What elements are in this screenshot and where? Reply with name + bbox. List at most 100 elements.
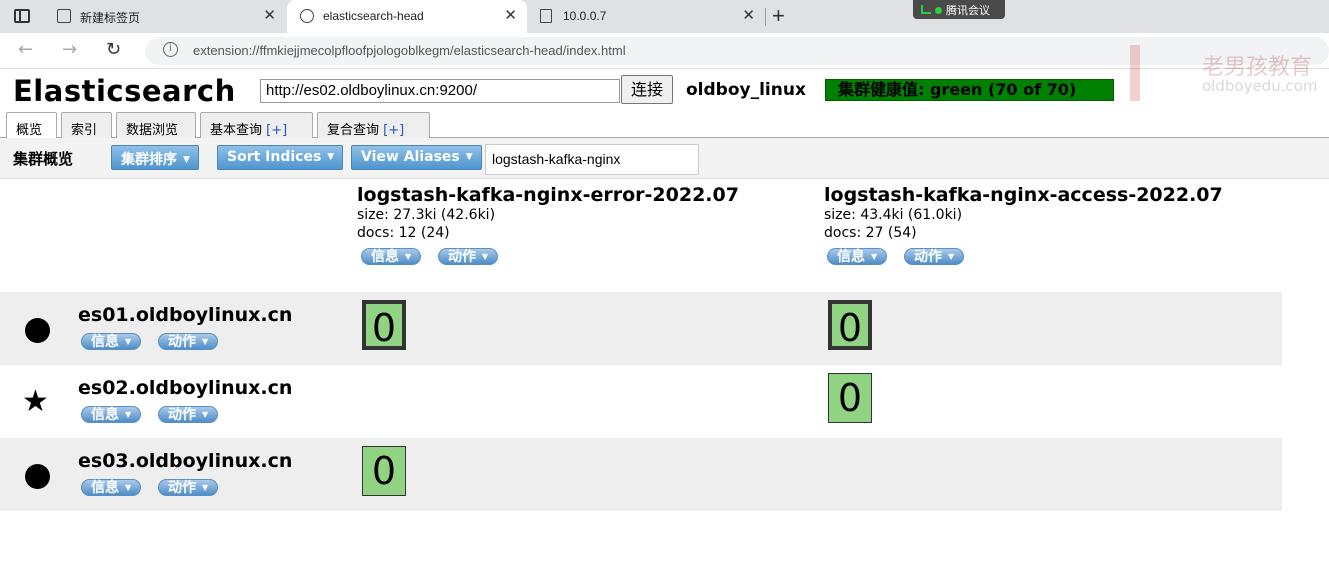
chevron-down-icon: ▼	[327, 152, 335, 162]
button-label: 动作	[168, 480, 196, 496]
browser-tab-title: 新建标签页	[80, 11, 141, 25]
button-label: 动作	[168, 334, 196, 350]
node-name: es03.oldboylinux.cn	[78, 450, 293, 472]
node-action-button[interactable]: 动作 ▼	[158, 333, 219, 350]
button-label: View Aliases	[361, 149, 460, 165]
browser-tab-elasticsearch-head[interactable]: elasticsearch-head ✕	[287, 0, 527, 33]
url-text: extension://ffmkiejjmecolpfloofpjologobl…	[193, 43, 626, 58]
tab-label: 复合查询	[327, 123, 384, 138]
button-label: 动作	[448, 249, 476, 265]
browser-tab-bar: 新建标签页 ✕ elasticsearch-head ✕ 10.0.0.7 ✕ …	[0, 0, 1329, 33]
overview-toolbar: 集群概览 集群排序 ▼ Sort Indices ▼ View Aliases ▼ l…	[0, 138, 1329, 179]
index-info-button[interactable]: 信息 ▼	[827, 248, 888, 265]
tab-add-icon[interactable]: [+]	[266, 123, 287, 138]
button-label: 动作	[168, 407, 196, 423]
close-tab-icon[interactable]: ✕	[504, 6, 517, 24]
index-info-button[interactable]: 信息 ▼	[361, 248, 422, 265]
button-label: 信息	[91, 334, 119, 350]
chevron-down-icon: ▼	[482, 252, 489, 261]
index-action-button[interactable]: 动作 ▼	[904, 248, 965, 265]
window-menu-icon[interactable]	[14, 9, 30, 23]
node-info-button[interactable]: 信息 ▼	[81, 333, 142, 350]
sort-indices-button[interactable]: Sort Indices ▼	[217, 145, 344, 170]
chevron-down-icon: ▼	[125, 337, 132, 346]
close-tab-icon[interactable]: ✕	[742, 6, 755, 24]
chevron-down-icon: ▼	[125, 483, 132, 492]
shard-replica[interactable]: 0	[362, 446, 406, 496]
app-logo: Elasticsearch	[13, 74, 236, 108]
circle-icon	[25, 464, 50, 489]
shard-replica[interactable]: 0	[828, 373, 872, 423]
sort-cluster-button[interactable]: 集群排序 ▼	[111, 145, 199, 170]
tab-label: 基本查询	[210, 123, 267, 138]
button-label: 动作	[914, 249, 942, 265]
tab-overview[interactable]: 概览	[6, 112, 57, 139]
node-row: es03.oldboylinux.cn 信息 ▼ 动作 ▼ 0	[0, 438, 1282, 511]
reload-icon[interactable]: ↻	[106, 39, 121, 60]
circle-icon	[25, 318, 50, 343]
connect-button[interactable]: 连接	[621, 75, 673, 104]
meeting-badge-label: 腾讯会议	[946, 4, 990, 17]
view-aliases-button[interactable]: View Aliases ▼	[351, 145, 482, 170]
new-tab-button[interactable]: +	[772, 3, 785, 29]
tab-indices[interactable]: 索引	[61, 112, 112, 138]
button-label: 信息	[91, 480, 119, 496]
chevron-down-icon: ▼	[871, 252, 878, 261]
es-url-input[interactable]: http://es02.oldboylinux.cn:9200/	[260, 79, 620, 103]
meeting-badge[interactable]: 腾讯会议	[913, 0, 1005, 19]
node-action-button[interactable]: 动作 ▼	[158, 406, 219, 423]
browser-tab-10-0-0-7[interactable]: 10.0.0.7 ✕	[527, 0, 765, 33]
tab-separator	[765, 8, 766, 26]
site-info-icon[interactable]: i	[163, 42, 178, 57]
cluster-name: oldboy_linux	[686, 80, 806, 100]
button-label: Sort Indices	[227, 149, 322, 165]
node-action-button[interactable]: 动作 ▼	[158, 479, 219, 496]
chevron-down-icon: ▼	[202, 410, 209, 419]
cluster-health-badge: 集群健康值: green (70 of 70)	[825, 79, 1114, 101]
browser-tab-new[interactable]: 新建标签页 ✕	[44, 0, 286, 33]
chevron-down-icon: ▼	[465, 152, 473, 162]
index-docs: docs: 27 (54)	[824, 225, 917, 241]
index-size: size: 27.3ki (42.6ki)	[357, 207, 496, 223]
star-icon: ★	[22, 384, 49, 419]
node-name: es01.oldboylinux.cn	[78, 304, 293, 326]
shard-primary[interactable]: 0	[362, 300, 406, 350]
button-label: 信息	[837, 249, 865, 265]
chevron-down-icon: ▼	[183, 155, 190, 165]
tab-label: 数据浏览	[126, 123, 179, 138]
tab-basic-query[interactable]: 基本查询 [+]	[200, 112, 313, 138]
button-label: 信息	[91, 407, 119, 423]
browser-tab-title: elasticsearch-head	[323, 9, 424, 23]
index-action-button[interactable]: 动作 ▼	[438, 248, 499, 265]
index-name: logstash-kafka-nginx-error-2022.07	[357, 184, 739, 206]
node-name: es02.oldboylinux.cn	[78, 377, 293, 399]
browser-tab-title: 10.0.0.7	[563, 9, 607, 23]
tab-compound-query[interactable]: 复合查询 [+]	[317, 112, 430, 138]
index-size: size: 43.4ki (61.0ki)	[824, 207, 963, 223]
page-tabs: 概览 索引 数据浏览 基本查询 [+] 复合查询 [+]	[0, 112, 1329, 139]
button-label: 信息	[371, 249, 399, 265]
back-icon[interactable]: ←	[18, 39, 33, 60]
chevron-down-icon: ▼	[202, 337, 209, 346]
node-row: es01.oldboylinux.cn 信息 ▼ 动作 ▼ 0 0	[0, 292, 1282, 365]
forward-icon[interactable]: →	[62, 39, 77, 60]
tab-add-icon[interactable]: [+]	[383, 123, 404, 138]
node-info-button[interactable]: 信息 ▼	[81, 479, 142, 496]
node-row: ★ es02.oldboylinux.cn 信息 ▼ 动作 ▼ 0	[0, 365, 1282, 438]
node-info-button[interactable]: 信息 ▼	[81, 406, 142, 423]
index-filter-input[interactable]: logstash-kafka-nginx	[485, 144, 699, 175]
chevron-down-icon: ▼	[405, 252, 412, 261]
index-docs: docs: 12 (24)	[357, 225, 450, 241]
new-tab-page-icon	[57, 9, 71, 23]
overview-title: 集群概览	[13, 150, 74, 168]
shard-primary[interactable]: 0	[828, 300, 872, 350]
signal-icon	[921, 5, 931, 14]
chevron-down-icon: ▼	[202, 483, 209, 492]
tab-label: 索引	[71, 123, 98, 138]
elasticsearch-head-favicon-icon	[300, 9, 314, 23]
page-icon	[540, 9, 552, 23]
tab-browser[interactable]: 数据浏览	[116, 112, 196, 138]
close-tab-icon[interactable]: ✕	[263, 6, 276, 24]
status-dot-icon	[935, 7, 942, 14]
chevron-down-icon: ▼	[125, 410, 132, 419]
